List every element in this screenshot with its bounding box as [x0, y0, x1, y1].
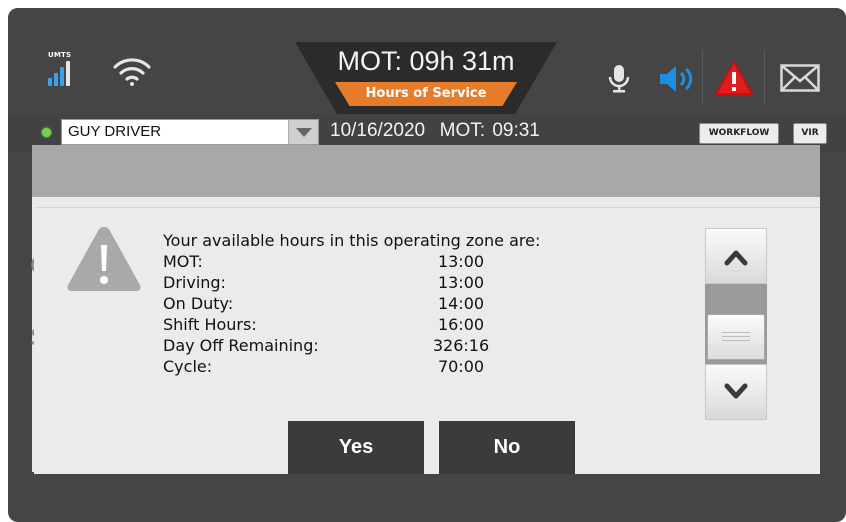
wifi-icon: [113, 58, 151, 86]
warning-icon[interactable]: [714, 60, 754, 96]
no-button[interactable]: No: [439, 421, 575, 474]
chevron-down-icon: [724, 383, 748, 399]
hos-mot-remaining: MOT: 09h 31m: [337, 46, 515, 76]
driver-name: GUY DRIVER: [68, 123, 162, 140]
hours-value: 70:00: [437, 357, 485, 376]
hours-label: Cycle:: [163, 357, 213, 376]
scroll-up-button[interactable]: [705, 228, 767, 284]
hours-value: 13:00: [437, 252, 485, 271]
dialog-intro-text: Your available hours in this operating z…: [163, 231, 541, 250]
workflow-button[interactable]: WORKFLOW: [699, 123, 779, 144]
yes-button[interactable]: Yes: [288, 421, 424, 474]
driver-select[interactable]: GUY DRIVER: [61, 119, 319, 145]
hours-of-service-widget[interactable]: MOT: 09h 31m Hours of Service: [295, 42, 557, 114]
hours-row: Shift Hours: 16:00: [163, 314, 633, 335]
warning-icon: [67, 227, 141, 291]
hours-label: Day Off Remaining:: [163, 336, 319, 355]
scroll-track[interactable]: [705, 284, 767, 364]
microphone-icon[interactable]: [608, 64, 630, 94]
hos-label: Hours of Service: [335, 82, 517, 106]
chevron-down-icon[interactable]: [288, 120, 318, 144]
hours-label: MOT:: [163, 252, 203, 271]
dialog-scrollbar[interactable]: [705, 228, 767, 420]
network-type-label: UMTS: [48, 51, 72, 59]
dialog-message: Your available hours in this operating z…: [163, 230, 633, 377]
hours-row: Driving: 13:00: [163, 272, 633, 293]
top-bar: UMTS MOT: 09h 31m Hours of Service: [8, 8, 846, 114]
hours-row: On Duty: 14:00: [163, 293, 633, 314]
content-header-band: [32, 145, 820, 197]
hours-row: Cycle: 70:00: [163, 356, 633, 377]
hours-value: 14:00: [437, 294, 485, 313]
hours-value: 326:16: [432, 336, 490, 355]
status-date-mot: 10/16/2020 MOT: 09:31: [330, 120, 540, 142]
current-date: 10/16/2020: [330, 120, 426, 141]
vir-button[interactable]: VIR: [793, 123, 827, 144]
chevron-up-icon: [724, 250, 748, 266]
divider: [764, 50, 765, 104]
hours-row: MOT: 13:00: [163, 251, 633, 272]
hours-value: 16:00: [437, 315, 485, 334]
hours-label: On Duty:: [163, 294, 234, 313]
mail-icon[interactable]: [780, 64, 820, 92]
hours-label: Driving:: [163, 273, 226, 292]
hours-value: 13:00: [437, 273, 485, 292]
hours-row: Day Off Remaining: 326:16: [163, 335, 633, 356]
speaker-icon[interactable]: [658, 64, 698, 94]
divider: [702, 50, 703, 104]
scroll-down-button[interactable]: [705, 364, 767, 420]
hours-label: Shift Hours:: [163, 315, 257, 334]
connection-status-dot: [42, 128, 51, 137]
scroll-thumb[interactable]: [707, 314, 765, 360]
mot-clock: MOT: 09:31: [439, 120, 540, 141]
